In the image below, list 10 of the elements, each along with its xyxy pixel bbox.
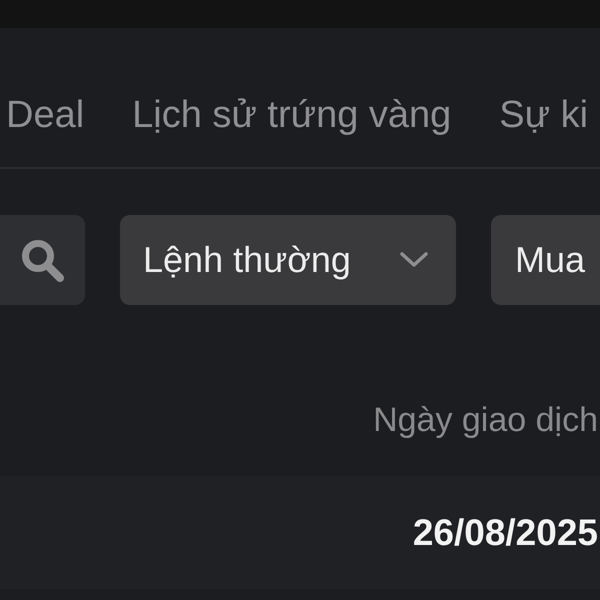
search-icon <box>20 238 65 282</box>
tab[interactable]: Deal <box>6 96 84 134</box>
order-type-dropdown[interactable]: Lệnh thường <box>120 215 456 305</box>
side-dropdown[interactable]: Mua <box>491 215 600 305</box>
tab[interactable]: Lịch sử trứng vàng <box>132 96 452 134</box>
chevron-down-icon <box>400 252 428 268</box>
table-cell-text: 26/08/2025 <box>412 510 598 555</box>
search-button[interactable] <box>0 215 85 305</box>
tab[interactable]: Sự ki <box>499 96 588 134</box>
column-header: Ngày giao dịch <box>373 403 598 437</box>
